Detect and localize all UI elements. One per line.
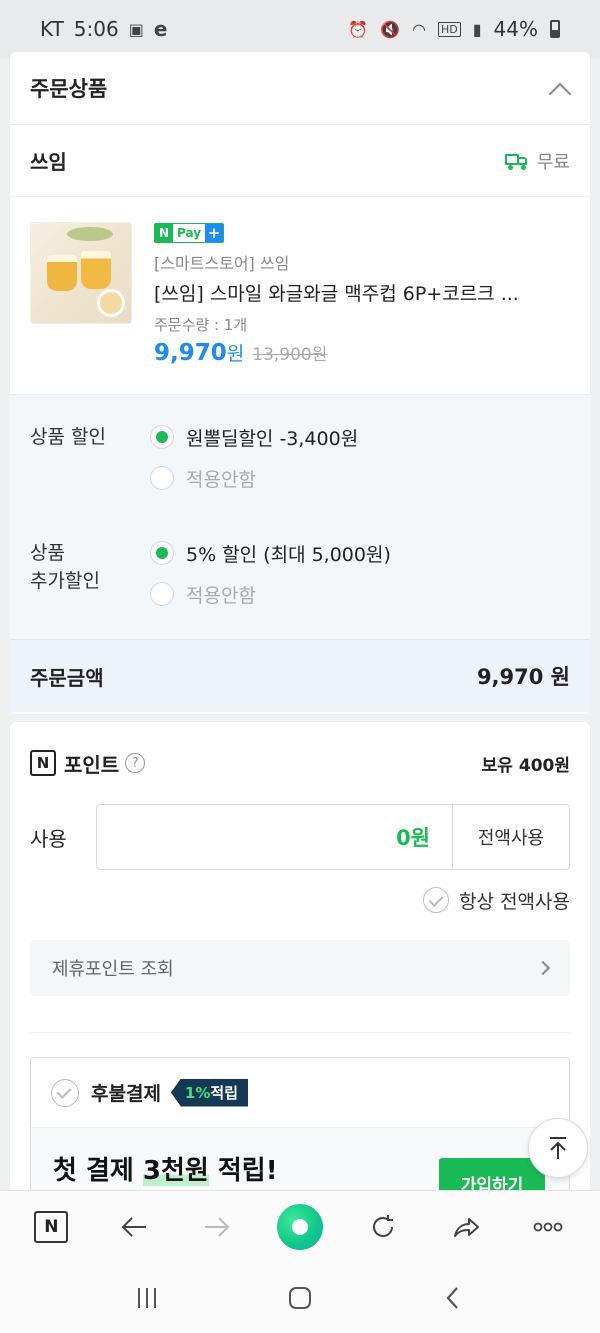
store-name: [스마트스토어] 쓰임 [154,254,290,273]
naver-home-button[interactable]: N [26,1202,76,1252]
discount-section: 상품 할인 원뽈딜할인 -3,400원 적용안함 상품 추가할인 5% 할인 (… [10,395,590,640]
radio-unselected-icon[interactable] [150,582,174,606]
scroll-to-top-button[interactable] [528,1118,588,1178]
extra-discount-label: 상품 추가할인 [30,542,100,592]
extra-discount-option-5pct[interactable]: 5% 할인 (최대 5,000원) [150,539,570,567]
shipping-info: 무료 [504,148,570,174]
order-products-header[interactable]: 주문상품 [10,52,590,125]
green-dot-button[interactable] [275,1202,325,1252]
naver-n-icon: N [30,750,56,776]
recent-apps-button[interactable] [122,1273,172,1323]
carrier-label: KT [40,17,64,41]
owned-points: 보유 400원 [481,755,570,776]
radio-unselected-icon[interactable] [150,466,174,490]
arrow-left-icon [121,1216,147,1237]
system-back-button[interactable] [428,1273,478,1323]
points-amount-input[interactable]: 0원 [97,805,453,869]
signal-icon: ▮ [472,19,482,39]
product-name[interactable]: [쓰임] 스마일 와글와글 맥주컵 6P+코르크 ... [154,279,570,306]
recent-apps-icon [137,1287,156,1308]
points-header: N 포인트 ? 보유 400원 [30,722,570,804]
discount-option-none[interactable]: 적용안함 [150,464,570,492]
refresh-button[interactable] [358,1202,408,1252]
seller-name: 쓰임 [30,150,67,174]
points-card: N 포인트 ? 보유 400원 사용 0원 전액사용 항상 전액사용 제휴포인트… [10,722,590,1242]
order-total-label: 주문금액 [30,665,104,690]
alarm-icon: ⏰ [348,19,369,39]
green-dot-icon [276,1203,323,1250]
extra-discount-row: 상품 추가할인 5% 할인 (최대 5,000원) 적용안함 [30,517,570,621]
order-total-amount: 9,970 원 [476,665,570,689]
affiliate-points-link[interactable]: 제휴포인트 조회 [30,940,570,996]
extra-discount-option-none[interactable]: 적용안함 [150,580,570,608]
order-total-row: 주문금액 9,970 원 [10,640,590,712]
status-bar: KT 5:06 ▣ e ⏰ 🔇 ◠ HD ▮ 44% [0,0,600,58]
wifi-icon: ◠ [412,19,426,39]
arrow-up-icon [550,1137,566,1159]
forward-button[interactable] [192,1202,242,1252]
rebate-badge: 1% 적립 [170,1078,248,1107]
share-arrow-icon [453,1217,479,1237]
product-discount-row: 상품 할인 원뽈딜할인 -3,400원 적용안함 [30,395,570,517]
always-use-all-label: 항상 전액사용 [459,890,570,913]
radio-selected-icon[interactable] [150,541,174,565]
arrow-right-icon [205,1216,230,1237]
points-title: 포인트 [64,752,120,777]
check-circle-icon[interactable] [51,1078,79,1107]
radio-selected-icon[interactable] [150,425,174,449]
product-item: N Pay + [스마트스토어] 쓰임 [쓰임] 스마일 와글와글 맥주컵 6P… [10,197,590,395]
mute-icon: 🔇 [380,19,401,39]
deferred-payment-title: 후불결제 [91,1083,161,1105]
hd-icon: HD [437,21,461,37]
use-all-button[interactable]: 전액사용 [453,805,569,869]
home-icon [288,1286,311,1309]
more-button[interactable] [523,1202,573,1252]
help-icon[interactable]: ? [125,753,146,773]
product-thumbnail[interactable] [30,222,132,324]
order-products-title: 주문상품 [30,77,108,101]
original-price: 13,900원 [252,345,328,365]
clock: 5:06 [73,17,119,41]
product-discount-label: 상품 할인 [30,426,106,448]
home-button[interactable] [275,1273,325,1323]
points-use-row: 사용 0원 전액사용 [30,804,570,870]
sale-price: 9,970원 [154,340,245,366]
e-icon: e [153,17,168,41]
battery-level: 44% [493,17,538,41]
divider [30,1032,570,1033]
always-use-all-toggle[interactable]: 항상 전액사용 [30,870,570,930]
order-products-card: 주문상품 쓰임 무료 N Pay + [스마트스토어] 쓰임 [쓰임] 스마일 … [10,52,590,714]
check-circle-icon[interactable] [423,887,450,913]
discount-option-deal[interactable]: 원뽈딜할인 -3,400원 [150,423,570,451]
shipping-fee: 무료 [536,151,570,173]
points-use-box: 0원 전액사용 [96,804,570,870]
refresh-icon [372,1214,393,1237]
share-button[interactable] [441,1202,491,1252]
more-dots-icon [534,1222,563,1231]
points-use-label: 사용 [30,826,67,851]
truck-icon [504,153,529,170]
affiliate-points-label: 제휴포인트 조회 [52,959,174,980]
seller-row: 쓰임 무료 [10,125,590,197]
deferred-payment-header[interactable]: 후불결제 1% 적립 [31,1058,569,1128]
browser-toolbar: N [0,1190,600,1262]
npay-plus-badge: N Pay + [154,223,225,243]
battery-icon [550,20,560,38]
order-quantity: 주문수량 : 1개 [154,316,248,334]
chevron-right-icon [535,960,551,976]
back-button[interactable] [109,1202,159,1252]
gallery-icon: ▣ [128,19,144,39]
naver-n-icon: N [34,1210,69,1243]
system-nav-bar [0,1262,600,1333]
back-chevron-icon [446,1286,459,1309]
chevron-up-icon[interactable] [548,77,570,99]
